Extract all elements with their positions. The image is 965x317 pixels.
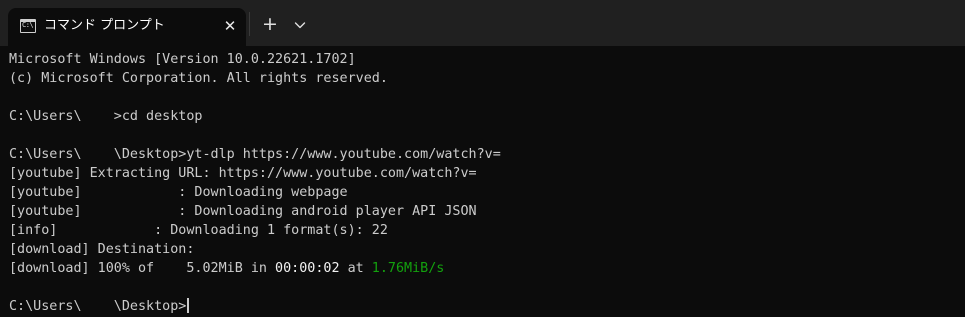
download-speed: 1.76MiB/s [371, 261, 445, 276]
progress-prefix: [download] 100% of 5.02MiB in [9, 261, 276, 276]
new-tab-button[interactable]: + [258, 13, 282, 37]
terminal-line: [download] Destination: [9, 242, 195, 257]
terminal-line: (c) Microsoft Corporation. All rights re… [9, 71, 388, 86]
prompt-text: C:\Users\ \Desktop> [9, 299, 187, 314]
elapsed-time: 00:00:02 [275, 261, 340, 276]
close-tab-button[interactable]: ✕ [220, 16, 240, 36]
tab-command-prompt[interactable]: C:\ コマンド プロンプト ✕ [8, 8, 246, 46]
text-cursor [187, 298, 190, 313]
title-bar: C:\ コマンド プロンプト ✕ + [0, 0, 965, 46]
terminal-line: [youtube] : Downloading android player A… [9, 204, 477, 219]
tab-dropdown-button[interactable] [288, 13, 312, 37]
tab-divider [249, 12, 250, 36]
command-prompt-line[interactable]: C:\Users\ \Desktop> [9, 297, 190, 316]
terminal-icon: C:\ [20, 19, 36, 33]
terminal-icon-text: C:\ [22, 21, 34, 29]
progress-middle: at [339, 261, 372, 276]
terminal-line: C:\Users\ >cd desktop [9, 109, 203, 124]
terminal-output[interactable]: Microsoft Windows [Version 10.0.22621.17… [0, 46, 965, 317]
tab-title: コマンド プロンプト [44, 18, 165, 33]
terminal-line: [youtube] Extracting URL: https://www.yo… [9, 166, 477, 181]
close-icon: ✕ [223, 17, 237, 35]
terminal-line: [youtube] : Downloading webpage [9, 185, 348, 200]
terminal-line: Microsoft Windows [Version 10.0.22621.17… [9, 52, 356, 67]
terminal-line: C:\Users\ \Desktop>yt-dlp https://www.yo… [9, 147, 501, 162]
plus-icon: + [262, 13, 278, 35]
chevron-down-icon [294, 22, 306, 29]
terminal-line: [info] : Downloading 1 format(s): 22 [9, 223, 388, 238]
download-progress-line: [download] 100% of 5.02MiB in 00:00:02 a… [9, 259, 444, 278]
